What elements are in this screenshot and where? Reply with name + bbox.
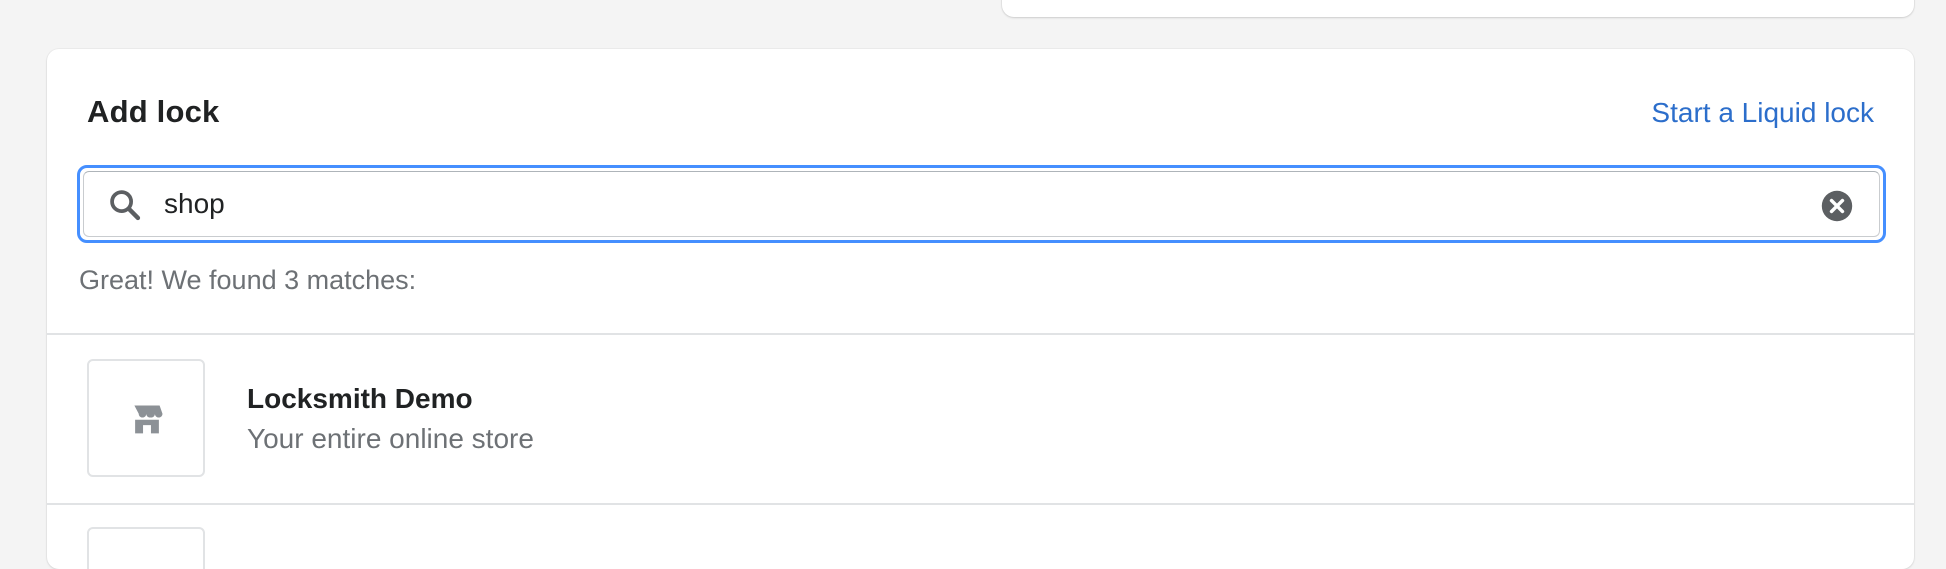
card-title: Add lock	[87, 94, 220, 129]
result-thumbnail	[87, 359, 205, 477]
search-field-inner	[83, 171, 1880, 237]
search-field[interactable]	[77, 165, 1886, 243]
add-lock-card: Add lock Start a Liquid lock Great! We f…	[47, 49, 1914, 569]
result-subtitle: Your entire online store	[247, 423, 534, 454]
result-title: Locksmith Demo	[247, 383, 473, 414]
match-summary: Great! We found 3 matches:	[79, 265, 417, 295]
result-item-locksmith-demo[interactable]: Locksmith Demo Your entire online store	[47, 335, 1914, 503]
divider	[47, 503, 1914, 505]
search-icon	[110, 190, 141, 221]
result-thumbnail-partial[interactable]	[87, 527, 205, 569]
previous-card	[1002, 0, 1914, 17]
search-input[interactable]	[164, 172, 1764, 236]
start-liquid-lock-link[interactable]: Start a Liquid lock	[1651, 97, 1874, 129]
store-icon	[134, 405, 163, 434]
clear-icon[interactable]	[1821, 190, 1853, 222]
